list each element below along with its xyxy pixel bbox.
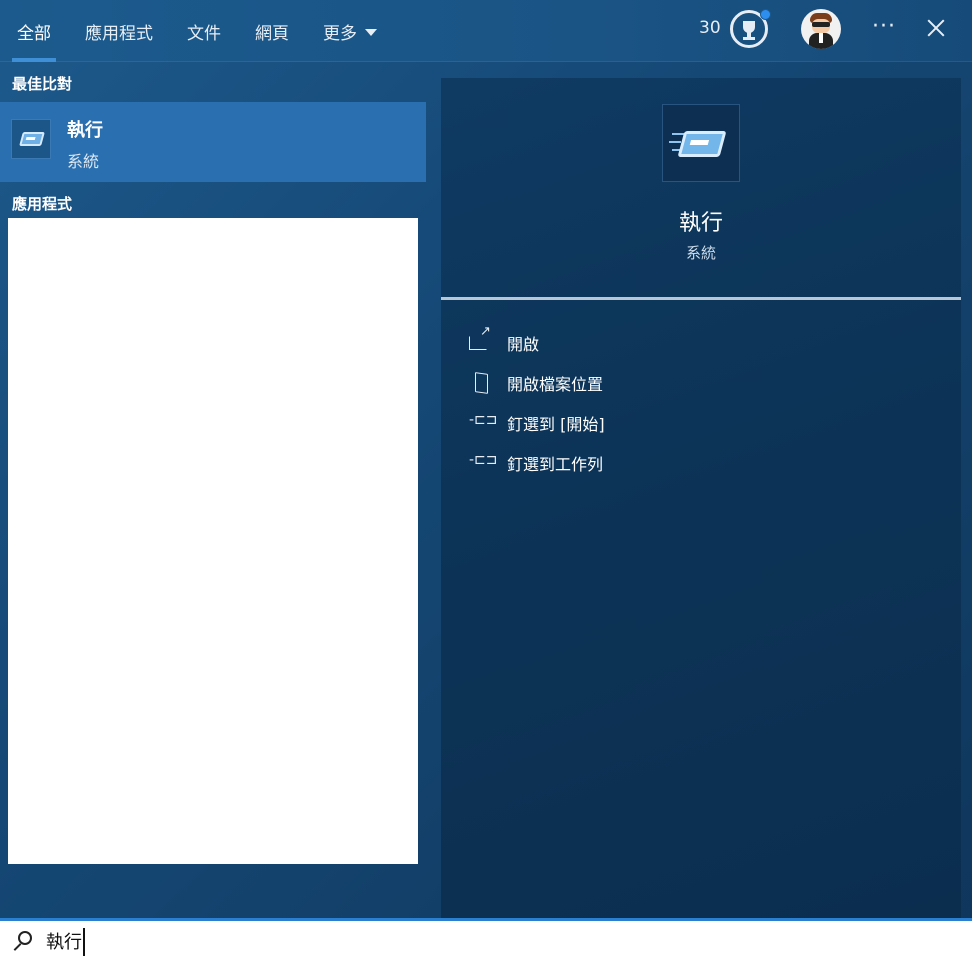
tab-documents[interactable]: 文件: [170, 0, 238, 62]
apps-results-panel: [8, 218, 418, 864]
pin-icon: -⊏⊐: [469, 452, 498, 468]
results-list: 最佳比對 執行 系統 應用程式: [0, 63, 426, 918]
tab-more[interactable]: 更多: [306, 0, 394, 62]
action-open[interactable]: 開啟: [469, 323, 605, 363]
detail-title: 執行: [678, 211, 723, 236]
run-icon: [11, 119, 51, 159]
open-icon: [469, 324, 491, 354]
search-icon: [11, 931, 33, 953]
chevron-down-icon: [365, 28, 377, 36]
pin-icon: -⊏⊐: [469, 412, 498, 428]
action-pin-to-taskbar[interactable]: -⊏⊐ 釘選到工作列: [469, 443, 605, 483]
tab-web[interactable]: 網頁: [238, 0, 306, 62]
rewards-points: 30: [699, 18, 721, 38]
divider: [441, 297, 961, 300]
action-list: 開啟 開啟檔案位置 -⊏⊐ 釘選到 [開始] -⊏⊐ 釘選到工作列: [469, 323, 605, 483]
folder-icon: [469, 372, 491, 394]
tab-all[interactable]: 全部: [0, 0, 68, 62]
search-input[interactable]: [46, 925, 946, 957]
ellipsis-icon[interactable]: ···: [872, 14, 896, 39]
notification-dot: [760, 9, 771, 20]
best-match-name: 執行: [67, 120, 103, 141]
avatar[interactable]: [801, 9, 841, 49]
action-pin-to-start[interactable]: -⊏⊐ 釘選到 [開始]: [469, 403, 605, 443]
best-match-category: 系統: [67, 152, 100, 171]
close-icon[interactable]: [922, 14, 950, 42]
detail-pane: 執行 系統 開啟 開啟檔案位置 -⊏⊐ 釘選到 [開始] -⊏⊐ 釘選到工作列: [441, 78, 961, 918]
best-match-heading: 最佳比對: [12, 75, 73, 93]
detail-category: 系統: [685, 244, 716, 262]
text-cursor: [83, 928, 85, 956]
search-header: 全部 應用程式 文件 網頁 更多 30 ···: [0, 0, 972, 62]
apps-heading: 應用程式: [12, 195, 73, 213]
filter-tabs: 全部 應用程式 文件 網頁 更多: [0, 0, 394, 62]
action-open-file-location[interactable]: 開啟檔案位置: [469, 363, 605, 403]
tab-apps[interactable]: 應用程式: [68, 0, 170, 62]
run-icon: [662, 104, 740, 182]
search-bar: [0, 918, 972, 960]
best-match-item[interactable]: 執行 系統: [0, 102, 426, 182]
